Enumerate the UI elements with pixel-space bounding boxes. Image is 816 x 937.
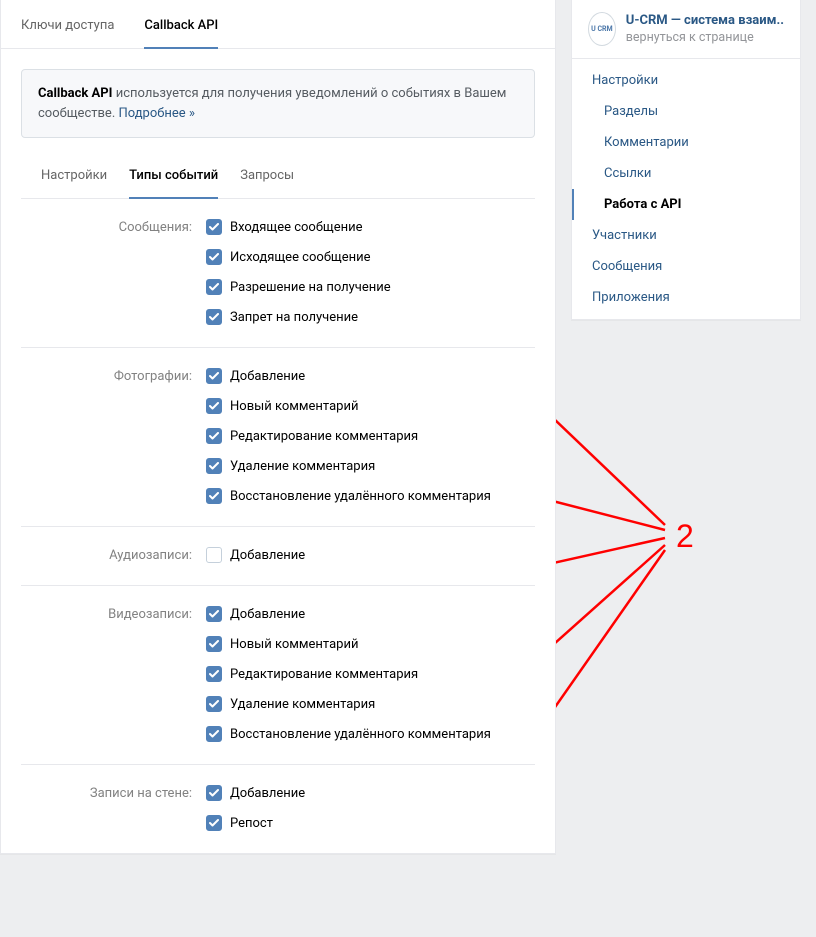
checkbox-icon[interactable] (206, 696, 222, 712)
option-label: Добавление (230, 607, 305, 622)
checkbox-icon[interactable] (206, 279, 222, 295)
group-label: Сообщения: (41, 219, 206, 235)
subtab-requests[interactable]: Запросы (240, 168, 294, 198)
sidebar: U CRM U-CRM — система взаим.. вернуться … (571, 0, 801, 854)
option-label: Добавление (230, 786, 305, 801)
option-label: Репост (230, 816, 273, 831)
checkbox-option[interactable]: Восстановление удалённого комментария (206, 488, 515, 504)
checkbox-icon[interactable] (206, 785, 222, 801)
sidebar-nav: Настройки Разделы Комментарии Ссылки Раб… (572, 59, 800, 319)
checkbox-option[interactable]: Редактирование комментария (206, 428, 515, 444)
event-group: Аудиозаписи: Добавление (21, 527, 535, 586)
option-label: Редактирование комментария (230, 429, 418, 444)
checkbox-option[interactable]: Удаление комментария (206, 458, 515, 474)
checkbox-icon[interactable] (206, 368, 222, 384)
checkbox-icon[interactable] (206, 636, 222, 652)
checkbox-icon[interactable] (206, 219, 222, 235)
event-group: Видеозаписи: Добавление Новый комментарий Р… (21, 586, 535, 765)
info-more-link[interactable]: Подробнее » (118, 106, 194, 121)
checkbox-icon[interactable] (206, 815, 222, 831)
checkbox-icon[interactable] (206, 458, 222, 474)
checkbox-icon[interactable] (206, 249, 222, 265)
checkbox-option[interactable]: Редактирование комментария (206, 666, 515, 682)
subtab-event-types[interactable]: Типы событий (129, 168, 218, 199)
option-label: Новый комментарий (230, 637, 358, 652)
tab-access-keys[interactable]: Ключи доступа (21, 0, 114, 48)
checkbox-option[interactable]: Репост (206, 815, 515, 831)
nav-messages[interactable]: Сообщения (572, 251, 800, 282)
checkbox-option[interactable]: Добавление (206, 547, 515, 563)
option-label: Восстановление удалённого комментария (230, 727, 491, 742)
checkbox-option[interactable]: Добавление (206, 606, 515, 622)
checkbox-option[interactable]: Запрет на получение (206, 309, 515, 325)
option-label: Добавление (230, 548, 305, 563)
option-label: Входящее сообщение (230, 220, 363, 235)
subtab-settings[interactable]: Настройки (41, 168, 107, 198)
checkbox-option[interactable]: Удаление комментария (206, 696, 515, 712)
nav-sections[interactable]: Разделы (572, 96, 800, 127)
nav-settings[interactable]: Настройки (572, 65, 800, 96)
nav-comments[interactable]: Комментарии (572, 127, 800, 158)
tab-callback-api[interactable]: Callback API (144, 0, 218, 49)
community-title: U-CRM — система взаим.. (626, 13, 784, 28)
checkbox-option[interactable]: Исходящее сообщение (206, 249, 515, 265)
nav-api[interactable]: Работа с API (572, 189, 800, 220)
nav-members[interactable]: Участники (572, 220, 800, 251)
checkbox-icon[interactable] (206, 606, 222, 622)
option-label: Разрешение на получение (230, 280, 391, 295)
option-label: Редактирование комментария (230, 667, 418, 682)
option-label: Восстановление удалённого комментария (230, 489, 491, 504)
checkbox-icon[interactable] (206, 398, 222, 414)
nav-links[interactable]: Ссылки (572, 158, 800, 189)
checkbox-icon[interactable] (206, 309, 222, 325)
group-label: Фотографии: (41, 368, 206, 384)
option-label: Новый комментарий (230, 399, 358, 414)
checkbox-option[interactable]: Новый комментарий (206, 636, 515, 652)
checkbox-option[interactable]: Добавление (206, 368, 515, 384)
checkbox-icon[interactable] (206, 428, 222, 444)
community-logo: U CRM (588, 12, 616, 46)
option-label: Удаление комментария (230, 697, 375, 712)
checkbox-option[interactable]: Добавление (206, 785, 515, 801)
option-label: Исходящее сообщение (230, 250, 371, 265)
option-label: Запрет на получение (230, 310, 358, 325)
checkbox-option[interactable]: Восстановление удалённого комментария (206, 726, 515, 742)
group-label: Аудиозаписи: (41, 547, 206, 563)
event-group: Фотографии: Добавление Новый комментарий Ре… (21, 348, 535, 527)
checkbox-option[interactable]: Новый комментарий (206, 398, 515, 414)
main-panel: Ключи доступа Callback API Callback API … (0, 0, 556, 854)
group-label: Записи на стене: (41, 785, 206, 801)
group-label: Видеозаписи: (41, 606, 206, 622)
option-label: Добавление (230, 369, 305, 384)
checkbox-icon[interactable] (206, 547, 222, 563)
info-title: Callback API (38, 86, 112, 101)
checkbox-option[interactable]: Входящее сообщение (206, 219, 515, 235)
checkbox-option[interactable]: Разрешение на получение (206, 279, 515, 295)
event-group: Сообщения: Входящее сообщение Исходящее со… (21, 199, 535, 348)
community-subtitle: вернуться к странице (626, 30, 784, 45)
nav-apps[interactable]: Приложения (572, 282, 800, 313)
sidebar-header[interactable]: U CRM U-CRM — система взаим.. вернуться … (572, 0, 800, 59)
sub-tabs: Настройки Типы событий Запросы (21, 138, 535, 199)
top-tabs: Ключи доступа Callback API (1, 0, 555, 49)
info-box: Callback API используется для получения … (21, 69, 535, 138)
checkbox-icon[interactable] (206, 666, 222, 682)
checkbox-icon[interactable] (206, 726, 222, 742)
event-group: Записи на стене: Добавление Репост (21, 765, 535, 853)
option-label: Удаление комментария (230, 459, 375, 474)
checkbox-icon[interactable] (206, 488, 222, 504)
